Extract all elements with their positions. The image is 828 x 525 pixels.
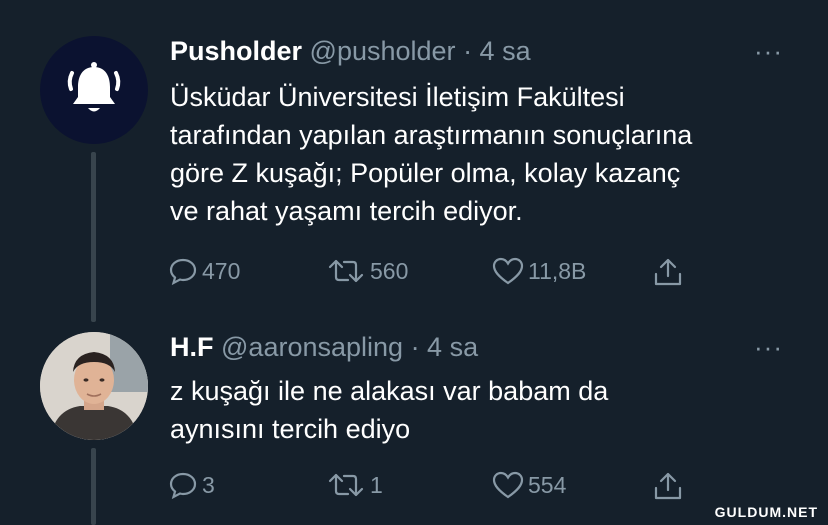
- handle[interactable]: @aaronsapling: [221, 332, 403, 362]
- retweet-button[interactable]: 560: [326, 256, 408, 286]
- retweet-button[interactable]: 1: [326, 470, 383, 500]
- timestamp[interactable]: · 4 sa: [411, 332, 479, 362]
- watermark: GULDUM.NET: [710, 503, 822, 521]
- reply-button[interactable]: 3: [168, 470, 215, 500]
- tweet-text-line: Üsküdar Üniversitesi İletişim Fakültesi: [170, 82, 625, 112]
- tweet-text-line: aynısını tercih ediyo: [170, 414, 411, 444]
- retweet-count: 1: [370, 471, 383, 498]
- share-icon: [654, 258, 682, 286]
- share-icon: [654, 472, 682, 500]
- tweet-text: z kuşağı ile ne alakası var babam da ayn…: [170, 372, 810, 448]
- thread-line: [91, 152, 96, 322]
- reply-button[interactable]: 470: [168, 256, 240, 286]
- share-button[interactable]: [652, 470, 684, 502]
- handle[interactable]: @pusholder: [310, 36, 456, 66]
- heart-icon: [492, 257, 524, 285]
- timestamp[interactable]: · 4 sa: [463, 36, 531, 66]
- avatar[interactable]: [40, 36, 148, 144]
- profile-photo: [40, 332, 148, 440]
- reply-count: 470: [202, 257, 241, 284]
- display-name[interactable]: Pusholder: [170, 36, 302, 66]
- like-button[interactable]: 11,8B: [492, 256, 586, 286]
- retweet-count: 560: [370, 257, 409, 284]
- reply-icon: [169, 472, 197, 500]
- like-count: 11,8B: [528, 257, 587, 284]
- share-button[interactable]: [652, 256, 684, 288]
- display-name[interactable]: H.F: [170, 332, 214, 362]
- reply-count: 3: [202, 471, 215, 498]
- tweet-text-line: ve rahat yaşamı tercih ediyor.: [170, 196, 523, 226]
- retweet-icon: [328, 473, 364, 497]
- retweet-icon: [328, 259, 364, 283]
- tweet-header: H.F @aaronsapling · 4 sa: [170, 332, 478, 363]
- avatar[interactable]: [40, 332, 148, 440]
- more-options-icon[interactable]: ···: [754, 36, 783, 67]
- reply-icon: [169, 258, 197, 286]
- tweet-header: Pusholder @pusholder · 4 sa: [170, 36, 531, 67]
- thread-line: [91, 448, 96, 525]
- like-count: 554: [528, 471, 567, 498]
- bell-icon: [67, 62, 121, 112]
- tweet-text-line: tarafından yapılan araştırmanın sonuçlar…: [170, 120, 693, 150]
- more-options-icon[interactable]: ···: [754, 332, 783, 363]
- tweet-text-line: göre Z kuşağı; Popüler olma, kolay kazan…: [170, 158, 681, 188]
- tweet-text-line: z kuşağı ile ne alakası var babam da: [170, 376, 609, 406]
- tweet-text: Üsküdar Üniversitesi İletişim Fakültesi …: [170, 78, 810, 230]
- like-button[interactable]: 554: [492, 470, 566, 500]
- heart-icon: [492, 471, 524, 499]
